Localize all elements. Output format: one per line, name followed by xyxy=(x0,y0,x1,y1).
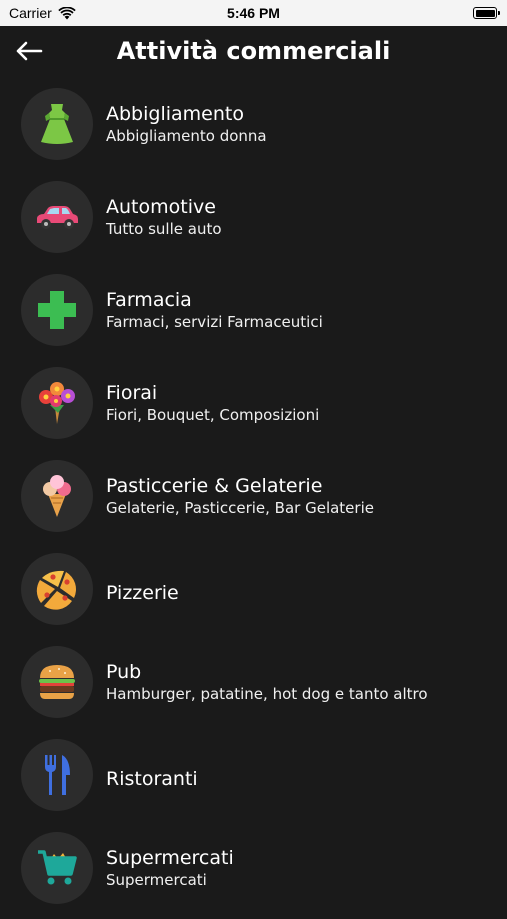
burger-icon xyxy=(39,665,75,699)
category-icon-circle xyxy=(21,460,93,532)
category-icon-circle xyxy=(21,367,93,439)
category-name: Pub xyxy=(106,661,142,683)
category-icon-circle xyxy=(21,274,93,346)
status-time: 5:46 PM xyxy=(227,5,280,21)
dress-icon xyxy=(41,104,73,144)
category-icon-circle xyxy=(21,646,93,718)
category-name: Pizzerie xyxy=(106,582,179,604)
category-name: Fiorai xyxy=(106,382,158,404)
list-item-pasticcerie-gelaterie[interactable]: Pasticcerie & Gelaterie Gelaterie, Pasti… xyxy=(0,454,507,547)
battery-icon xyxy=(473,7,500,19)
category-subtitle: Tutto sulle auto xyxy=(106,220,222,238)
category-subtitle: Gelaterie, Pasticcerie, Bar Gelaterie xyxy=(106,499,374,517)
pharmacy-cross-icon xyxy=(38,291,76,329)
category-name: Ristoranti xyxy=(106,768,198,790)
bouquet-icon xyxy=(39,382,75,424)
category-subtitle: Fiori, Bouquet, Composizioni xyxy=(106,406,320,424)
category-name: Farmacia xyxy=(106,289,192,311)
page-title: Attività commerciali xyxy=(116,37,391,65)
category-icon-circle xyxy=(21,832,93,904)
list-item-abbigliamento[interactable]: Abbigliamento Abbigliamento donna xyxy=(0,82,507,175)
status-bar: Carrier 5:46 PM xyxy=(0,0,507,26)
fork-knife-icon xyxy=(45,755,70,795)
navigation-bar: Attività commerciali xyxy=(0,26,507,82)
car-icon xyxy=(37,206,78,229)
category-name: Automotive xyxy=(106,196,216,218)
list-item-supermercati[interactable]: Supermercati Supermercati xyxy=(0,826,507,919)
ice-cream-icon xyxy=(43,475,71,517)
list-item-automotive[interactable]: Automotive Tutto sulle auto xyxy=(0,175,507,268)
category-subtitle: Hamburger, patatine, hot dog e tanto alt… xyxy=(106,685,428,703)
category-icon-circle xyxy=(21,181,93,253)
category-subtitle: Supermercati xyxy=(106,871,207,889)
category-list: Abbigliamento Abbigliamento donna Automo… xyxy=(0,82,507,919)
category-icon-circle xyxy=(21,553,93,625)
list-item-ristoranti[interactable]: Ristoranti xyxy=(0,733,507,826)
category-icon-circle xyxy=(21,88,93,160)
list-item-pub[interactable]: Pub Hamburger, patatine, hot dog e tanto… xyxy=(0,640,507,733)
category-name: Pasticcerie & Gelaterie xyxy=(106,475,323,497)
pizza-icon xyxy=(36,570,76,610)
list-item-farmacia[interactable]: Farmacia Farmaci, servizi Farmaceutici xyxy=(0,268,507,361)
shopping-cart-icon xyxy=(38,850,77,885)
list-item-fiorai[interactable]: Fiorai Fiori, Bouquet, Composizioni xyxy=(0,361,507,454)
list-item-pizzerie[interactable]: Pizzerie xyxy=(0,547,507,640)
category-subtitle: Farmaci, servizi Farmaceutici xyxy=(106,313,323,331)
category-name: Abbigliamento xyxy=(106,103,244,125)
category-name: Supermercati xyxy=(106,847,234,869)
category-icon-circle xyxy=(21,739,93,811)
category-subtitle: Abbigliamento donna xyxy=(106,127,267,145)
